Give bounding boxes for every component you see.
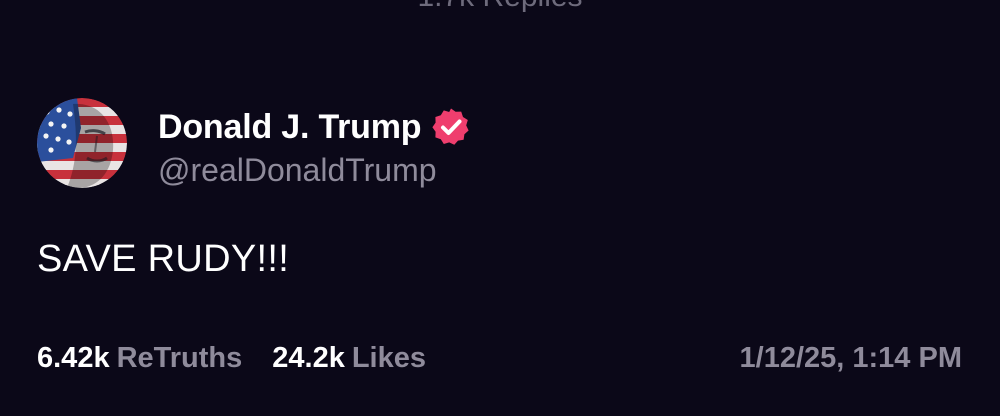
post-text: SAVE RUDY!!! xyxy=(37,238,290,280)
post-stats: 6.42k ReTruths 24.2k Likes xyxy=(37,338,426,378)
post-timestamp: 1/12/25, 1:14 PM xyxy=(739,342,962,374)
verified-badge-icon xyxy=(432,108,469,145)
likes-count: 24.2k xyxy=(272,341,345,374)
author-name-row: Donald J. Trump xyxy=(158,104,471,150)
retruths-label: ReTruths xyxy=(116,341,243,374)
likes-stat[interactable]: 24.2k Likes xyxy=(272,342,426,375)
retruths-count: 6.42k xyxy=(37,341,110,374)
author-handle[interactable]: @realDonaldTrump xyxy=(158,152,437,189)
author-display-name[interactable]: Donald J. Trump xyxy=(158,108,422,147)
author-avatar[interactable] xyxy=(37,98,127,188)
likes-label: Likes xyxy=(351,341,427,374)
retruths-stat[interactable]: 6.42k ReTruths xyxy=(37,342,242,375)
flag-portrait-avatar-icon xyxy=(37,98,127,188)
replies-count-header[interactable]: 1.7k Replies xyxy=(0,0,1000,14)
